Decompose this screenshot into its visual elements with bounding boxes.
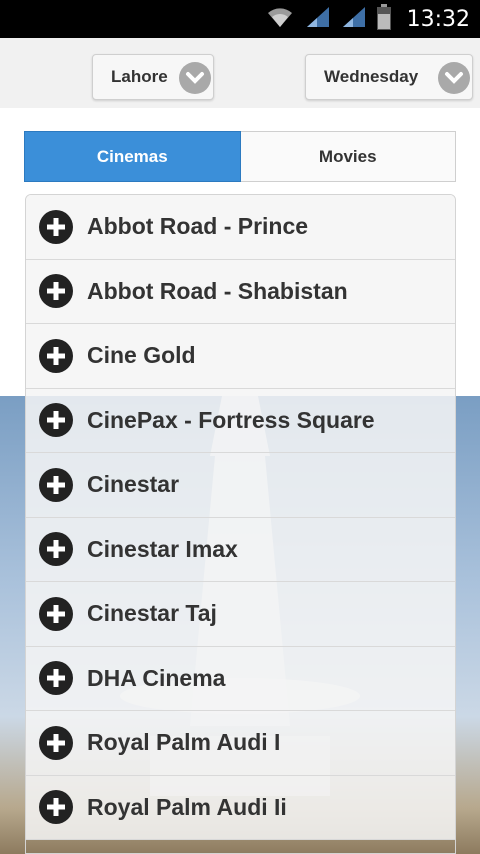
list-item[interactable]: CinePax - Fortress Square	[26, 388, 455, 453]
expand-plus-icon	[39, 467, 73, 502]
status-bar: 13:32	[0, 0, 480, 38]
expand-plus-icon	[39, 596, 73, 631]
expand-plus-icon	[39, 338, 73, 373]
cinema-name: DHA Cinema	[87, 664, 226, 691]
tab-cinemas[interactable]: Cinemas	[24, 131, 241, 182]
list-item[interactable]: Cinestar Taj	[26, 582, 455, 647]
expand-plus-icon	[39, 790, 73, 825]
cinema-name: CinePax - Fortress Square	[87, 406, 375, 433]
tab-movies[interactable]: Movies	[240, 131, 456, 182]
city-select-value: Lahore	[111, 67, 168, 86]
list-item[interactable]: Abbot Road - Shabistan	[26, 259, 455, 324]
day-select[interactable]: Wednesday	[305, 54, 473, 100]
wifi-icon	[265, 5, 295, 34]
expand-plus-icon	[39, 274, 73, 309]
battery-icon	[376, 3, 391, 35]
expand-plus-icon	[39, 403, 73, 438]
signal-icon	[305, 5, 331, 34]
cinema-name: Royal Palm Audi I	[87, 729, 281, 756]
list-item[interactable]: DHA Cinema	[26, 646, 455, 711]
chevron-down-icon	[179, 62, 211, 94]
chevron-down-icon	[438, 62, 470, 94]
cinema-name: Cine Gold	[87, 342, 196, 369]
day-select-value: Wednesday	[324, 67, 419, 86]
expand-plus-icon	[39, 725, 73, 760]
filter-bar: Lahore Wednesday	[0, 38, 480, 109]
cinema-list: Abbot Road - Prince Abbot Road - Shabist…	[25, 194, 456, 854]
list-item[interactable]: Abbot Road - Prince	[26, 195, 455, 260]
expand-plus-icon	[39, 661, 73, 696]
cinema-name: Cinestar	[87, 471, 180, 498]
list-item[interactable]: Cine Gold	[26, 324, 455, 389]
cinema-name: Royal Palm Audi Ii	[87, 793, 287, 820]
cinema-name: Abbot Road - Shabistan	[87, 277, 348, 304]
city-select[interactable]: Lahore	[92, 54, 214, 100]
clock: 13:32	[406, 6, 470, 32]
cinema-name: Cinestar Taj	[87, 600, 217, 627]
expand-plus-icon	[39, 209, 73, 244]
list-item[interactable]: Cinestar	[26, 453, 455, 518]
signal-icon	[341, 5, 367, 34]
list-item[interactable]: Cinestar Imax	[26, 517, 455, 582]
list-item[interactable]: Royal Palm Audi Ii	[26, 775, 455, 840]
list-item[interactable]: Royal Palm Audi I	[26, 711, 455, 776]
expand-plus-icon	[39, 532, 73, 567]
cinema-name: Abbot Road - Prince	[87, 213, 309, 240]
cinema-name: Cinestar Imax	[87, 535, 238, 562]
tab-bar: Cinemas Movies	[24, 131, 456, 182]
